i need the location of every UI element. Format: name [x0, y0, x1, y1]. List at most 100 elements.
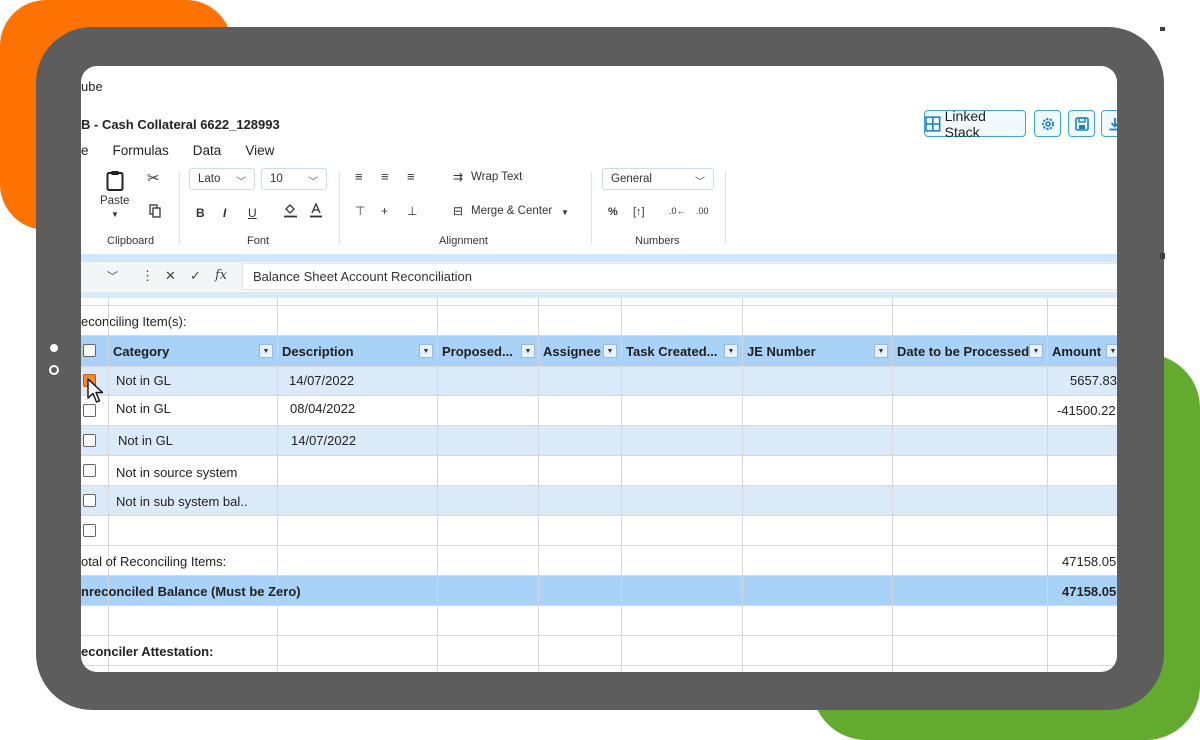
total-label[interactable]: otal of Reconciling Items: — [81, 554, 226, 569]
align-middle-icon[interactable]: + — [381, 204, 388, 218]
category-cell[interactable]: Not in GL — [116, 401, 171, 416]
unreconciled-label[interactable]: nreconciled Balance (Must be Zero) — [81, 584, 301, 599]
settings-button[interactable] — [1034, 110, 1061, 137]
ribbon-divider — [591, 172, 592, 244]
linked-stack-button[interactable]: Linked Stack — [924, 108, 1026, 140]
category-cell[interactable]: Not in source system — [116, 465, 237, 480]
align-left-icon[interactable]: ≡ — [355, 170, 363, 184]
font-size-value: 10 — [270, 173, 283, 185]
percent-icon[interactable]: % — [608, 205, 618, 219]
column-header-proposed[interactable]: Proposed... — [442, 344, 513, 359]
grid-line — [742, 298, 743, 672]
table-row[interactable] — [81, 426, 1117, 456]
cut-icon[interactable]: ✂ — [147, 171, 160, 186]
chevron-down-icon[interactable]: ▼ — [259, 344, 273, 358]
function-icon[interactable]: fx — [215, 268, 227, 283]
unreconciled-value[interactable]: 47158.05 — [1062, 584, 1116, 599]
underline-button[interactable]: U — [248, 206, 257, 220]
wrap-text-icon[interactable]: ⇉ — [453, 170, 463, 184]
row-checkbox[interactable] — [83, 524, 96, 537]
italic-button[interactable]: I — [223, 206, 226, 220]
currency-icon[interactable]: [↑] — [633, 205, 645, 219]
category-cell[interactable]: Not in GL — [118, 433, 173, 448]
align-center-icon[interactable]: ≡ — [381, 170, 389, 184]
column-header-amount[interactable]: Amount — [1052, 344, 1101, 359]
description-cell[interactable]: 14/07/2022 — [289, 373, 354, 388]
grid-line — [892, 298, 893, 672]
spreadsheet-grid: econciling Item(s): Category ▼ Descripti… — [81, 298, 1117, 672]
number-format-select[interactable]: General ﹀ — [602, 168, 714, 190]
app-name: ube — [81, 79, 103, 94]
category-cell[interactable]: Not in GL — [116, 373, 171, 388]
description-cell[interactable]: 08/04/2022 — [290, 401, 355, 416]
confirm-edit-icon[interactable]: ✓ — [190, 268, 201, 284]
menu-item-view[interactable]: View — [245, 143, 274, 158]
table-row[interactable] — [81, 367, 1117, 396]
font-color-icon[interactable] — [309, 202, 323, 218]
chevron-down-icon[interactable]: ▼ — [724, 344, 738, 358]
chevron-down-icon[interactable]: ▼ — [1029, 344, 1043, 358]
sheet-row — [81, 606, 1117, 636]
chevron-down-icon[interactable]: ▼ — [1106, 344, 1117, 358]
column-header-category[interactable]: Category — [113, 344, 169, 359]
select-all-checkbox[interactable] — [83, 344, 96, 357]
menu-item-file[interactable]: e — [81, 143, 89, 158]
chevron-down-icon[interactable]: ▼ — [874, 344, 888, 358]
download-button[interactable] — [1101, 110, 1117, 137]
chevron-down-icon[interactable]: ▼ — [603, 344, 617, 358]
amount-cell[interactable]: 5657.83 — [1070, 373, 1117, 388]
row-checkbox[interactable] — [83, 404, 96, 417]
bold-button[interactable]: B — [196, 206, 205, 220]
chevron-down-icon[interactable]: ▼ — [521, 344, 535, 358]
paste-icon[interactable] — [106, 170, 124, 192]
attestation-label[interactable]: econciler Attestation: — [81, 644, 213, 659]
align-top-icon[interactable]: ⊤ — [355, 204, 365, 218]
save-button[interactable] — [1068, 110, 1095, 137]
tablet-side-button — [1160, 27, 1165, 31]
amount-cell[interactable]: -41500.22 — [1057, 403, 1116, 418]
paste-dropdown-icon[interactable]: ▼ — [111, 208, 119, 222]
name-box-chevron-icon[interactable]: ﹀ — [107, 268, 118, 284]
section-label[interactable]: econciling Item(s): — [81, 314, 186, 329]
column-header-assignee[interactable]: Assignee — [543, 344, 601, 359]
grid-line — [621, 298, 622, 672]
fill-color-icon[interactable] — [283, 202, 298, 218]
cancel-edit-icon[interactable]: ✕ — [165, 268, 176, 284]
font-size-select[interactable]: 10 ﹀ — [261, 168, 327, 190]
menu-item-data[interactable]: Data — [193, 143, 222, 158]
formula-bar: ﹀ ⋮ ✕ ✓ fx Balance Sheet Account Reconci… — [81, 262, 1117, 292]
copy-icon[interactable] — [149, 204, 161, 218]
column-header-je-number[interactable]: JE Number — [747, 344, 816, 359]
merge-center-button[interactable]: Merge & Center — [471, 205, 552, 217]
chevron-down-icon: ﹀ — [236, 177, 246, 188]
ribbon-bottom-strip — [81, 254, 1117, 262]
table-row[interactable] — [81, 396, 1117, 426]
merge-icon[interactable]: ⊟ — [453, 204, 463, 218]
align-bottom-icon[interactable]: ⊥ — [407, 204, 417, 218]
row-checkbox[interactable] — [83, 434, 96, 447]
column-header-task-created[interactable]: Task Created... — [626, 344, 718, 359]
numbers-group-label: Numbers — [635, 235, 680, 247]
grid-line — [538, 298, 539, 672]
category-cell[interactable]: Not in sub system bal.. — [116, 494, 248, 509]
more-options-icon[interactable]: ⋮ — [141, 268, 154, 284]
decrease-decimal-icon[interactable]: .0← — [669, 204, 686, 218]
sheet-row: econciling Item(s): — [81, 306, 1117, 336]
table-row[interactable] — [81, 516, 1117, 546]
formula-input[interactable]: Balance Sheet Account Reconciliation — [242, 263, 1117, 290]
paste-label[interactable]: Paste — [100, 195, 129, 207]
column-header-date-to-be-processed[interactable]: Date to be Processed — [897, 344, 1029, 359]
chevron-down-icon: ﹀ — [308, 177, 318, 188]
align-right-icon[interactable]: ≡ — [407, 170, 415, 184]
row-checkbox[interactable] — [83, 464, 96, 477]
increase-decimal-icon[interactable]: .00 — [696, 204, 709, 218]
column-header-description[interactable]: Description — [282, 344, 354, 359]
menu-item-formulas[interactable]: Formulas — [113, 143, 169, 158]
chevron-down-icon[interactable]: ▼ — [419, 344, 433, 358]
row-checkbox[interactable] — [83, 494, 96, 507]
description-cell[interactable]: 14/07/2022 — [291, 433, 356, 448]
merge-dropdown-icon[interactable]: ▼ — [561, 206, 569, 220]
total-value[interactable]: 47158.05 — [1062, 554, 1116, 569]
font-family-select[interactable]: Lato ﹀ — [189, 168, 255, 190]
wrap-text-button[interactable]: Wrap Text — [471, 171, 522, 183]
